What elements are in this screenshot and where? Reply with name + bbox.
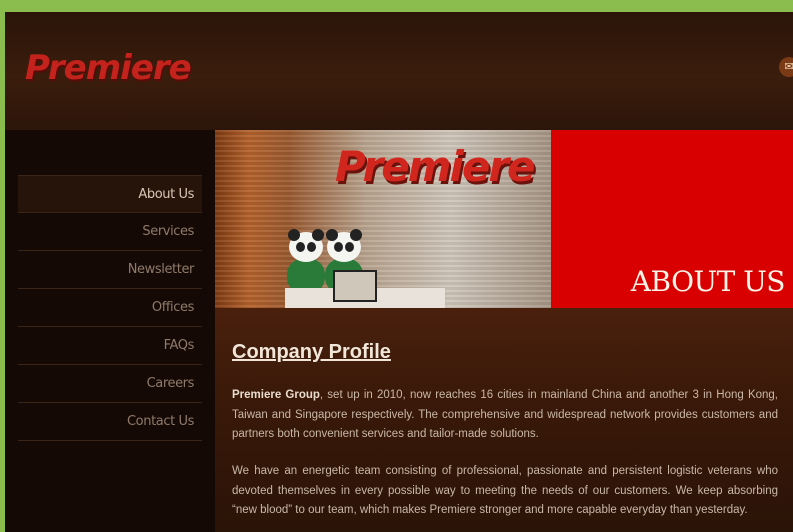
about-banner: Premiere ABOUT US	[215, 130, 793, 308]
main-content: Company Profile Premiere Group, set up i…	[215, 308, 793, 532]
nav-item-faqs[interactable]: FAQs	[18, 327, 202, 365]
site-container: Premiere ✉ About Us Services Newsletter …	[5, 12, 793, 532]
banner-logo: Premiere	[335, 142, 536, 191]
sidebar-nav: About Us Services Newsletter Offices FAQ…	[18, 175, 202, 441]
nav-item-careers[interactable]: Careers	[18, 365, 202, 403]
company-profile-paragraph-1: Premiere Group, set up in 2010, now reac…	[232, 386, 778, 445]
nav-item-about-us[interactable]: About Us	[18, 175, 202, 213]
nav-item-contact-us[interactable]: Contact Us	[18, 403, 202, 441]
company-name: Premiere Group	[232, 389, 320, 401]
nav-item-services[interactable]: Services	[18, 213, 202, 251]
banner-heading: ABOUT US	[630, 265, 786, 298]
company-profile-paragraph-2: We have an energetic team consisting of …	[232, 465, 778, 516]
nav-item-newsletter[interactable]: Newsletter	[18, 251, 202, 289]
office-photo: Premiere	[215, 130, 551, 308]
photo-frame	[333, 270, 377, 302]
panda-figure-left	[285, 229, 327, 294]
header: Premiere ✉	[5, 12, 793, 130]
banner-red-panel: ABOUT US	[551, 130, 793, 308]
site-logo[interactable]: Premiere	[25, 48, 192, 88]
page-title: Company Profile	[232, 341, 391, 363]
nav-item-offices[interactable]: Offices	[18, 289, 202, 327]
mail-icon[interactable]: ✉	[779, 57, 793, 77]
sidebar: About Us Services Newsletter Offices FAQ…	[5, 130, 215, 532]
